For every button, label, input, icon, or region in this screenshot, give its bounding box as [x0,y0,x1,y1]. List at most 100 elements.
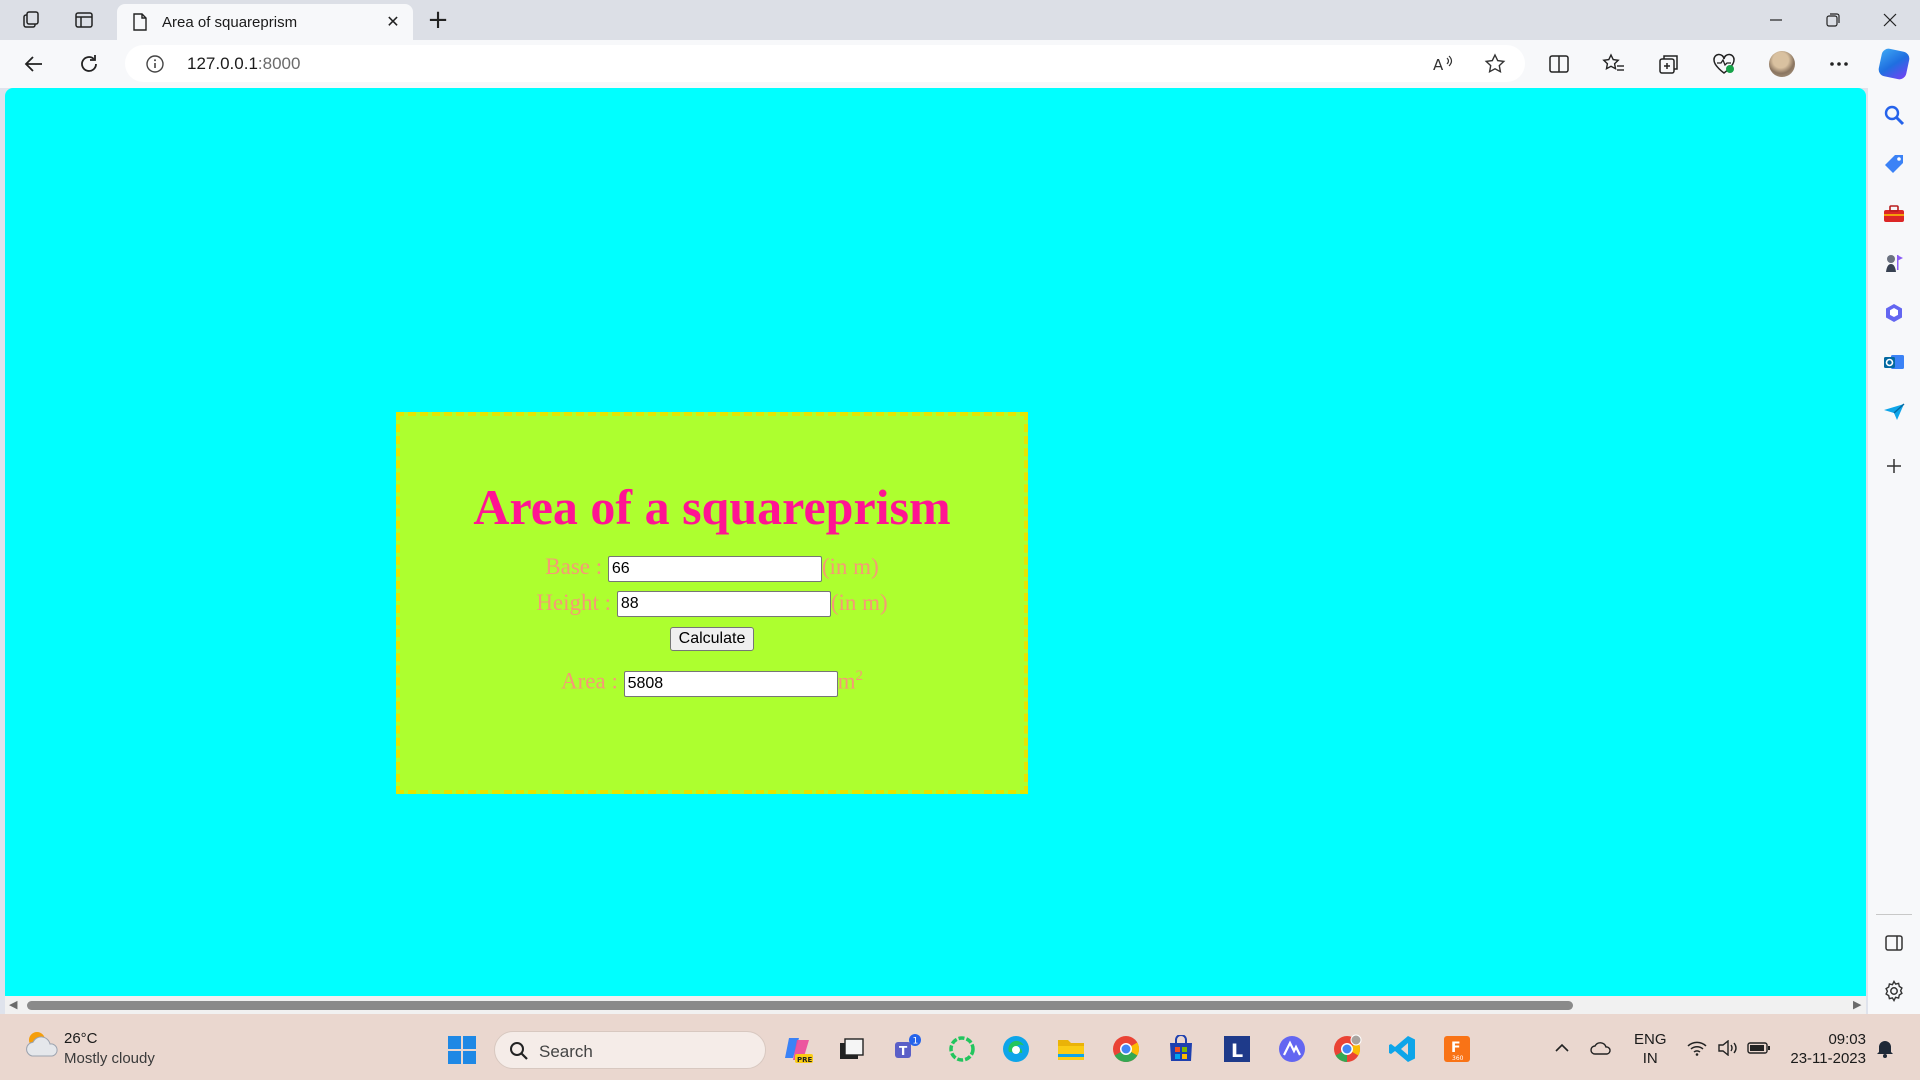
scrollbar-thumb[interactable] [27,1001,1573,1010]
send-icon[interactable] [1881,399,1907,425]
edge-browser-icon[interactable] [1000,1033,1032,1065]
search-placeholder: Search [539,1042,593,1061]
microsoft-365-icon[interactable] [1881,300,1907,326]
more-options-icon[interactable] [1821,46,1857,82]
page-icon [130,12,150,32]
browser-toolbar: 127.0.0.1:8000 A [0,40,1920,88]
chrome-icon[interactable] [1110,1033,1142,1065]
address-bar[interactable]: 127.0.0.1:8000 A [125,45,1525,82]
page-title: Area of a squareprism [473,479,951,535]
minimize-icon[interactable] [1748,0,1804,40]
windows-start-icon[interactable] [447,1035,477,1065]
search-icon [509,1041,529,1066]
svg-text:PRE: PRE [797,1056,813,1064]
url-text[interactable]: 127.0.0.1:8000 [187,54,300,74]
svg-text:L: L [1231,1040,1243,1062]
teams-badge: 1 [913,1037,919,1047]
workspaces-icon[interactable] [14,4,50,36]
read-aloud-icon[interactable]: A [1430,51,1456,77]
page-viewport: Area of a squareprism Base : (in m) Heig… [5,88,1866,996]
area-row: Area : m2 [400,663,1024,697]
area-unit-exponent: 2 [855,668,863,685]
language-indicator[interactable]: ENG IN [1634,1030,1667,1068]
area-output[interactable] [623,670,838,697]
calculator-card: Area of a squareprism Base : (in m) Heig… [396,412,1028,794]
svg-text:360: 360 [1452,1055,1464,1062]
tab-active[interactable]: Area of squareprism ✕ [117,4,413,40]
add-icon[interactable] [1881,453,1907,479]
favorites-icon[interactable] [1596,46,1632,82]
area-unit: m [837,669,856,695]
system-clock[interactable]: 09:03 23-11-2023 [1784,1030,1866,1068]
loading-circle-app-icon[interactable] [946,1033,978,1065]
battery-icon[interactable] [1746,1036,1772,1060]
task-view-icon[interactable] [835,1033,867,1065]
favorite-star-icon[interactable] [1482,51,1508,77]
fusion-360-icon[interactable]: F 360 [1441,1033,1473,1065]
restore-icon[interactable] [1805,0,1861,40]
tab-actions-icon[interactable] [66,4,102,36]
clock-time: 09:03 [1828,1031,1866,1048]
height-input[interactable] [616,591,831,618]
hide-sidebar-icon[interactable] [1881,930,1907,956]
horizontal-scrollbar[interactable]: ◀ ▶ [5,996,1866,1014]
tab-strip: Area of squareprism ✕ + [0,0,1920,40]
search-icon[interactable] [1881,102,1907,128]
language-code: ENG [1634,1031,1667,1048]
base-input[interactable] [607,555,822,582]
copilot-icon[interactable] [1877,47,1911,81]
outlook-icon[interactable] [1881,349,1907,375]
settings-gear-icon[interactable] [1881,978,1907,1004]
vscode-icon[interactable] [1386,1033,1418,1065]
height-label: Height : [536,589,612,615]
arc-app-icon[interactable] [1276,1033,1308,1065]
svg-text:T: T [899,1044,908,1058]
windows-taskbar: 26°C Mostly cloudy Search PRE T1 L F 360… [0,1014,1920,1080]
refresh-icon[interactable] [71,46,107,82]
wifi-icon[interactable] [1686,1036,1708,1060]
l-app-icon[interactable]: L [1221,1033,1253,1065]
svg-text:F: F [1451,1040,1461,1056]
height-row: Height : (in m) [400,590,1024,618]
onedrive-cloud-icon[interactable] [1589,1036,1613,1060]
scroll-left-icon[interactable]: ◀ [9,998,17,1011]
svg-text:A: A [1433,56,1444,74]
new-tab-button[interactable]: + [420,4,456,36]
area-label: Area : [561,669,618,695]
base-row: Base : (in m) [400,554,1024,582]
tools-briefcase-icon[interactable] [1881,201,1907,227]
copilot-preview-icon[interactable]: PRE [782,1033,814,1065]
split-screen-icon[interactable] [1541,46,1577,82]
edge-sidebar [1868,88,1920,1014]
shopping-tag-icon[interactable] [1881,151,1907,177]
close-window-icon[interactable] [1862,0,1918,40]
taskbar-search[interactable]: Search [494,1031,766,1069]
scroll-right-icon[interactable]: ▶ [1853,998,1861,1011]
weather-cloud-icon[interactable] [22,1028,62,1068]
url-host: 127.0.0.1 [187,54,258,73]
chrome-profile-icon[interactable] [1331,1033,1363,1065]
file-explorer-icon[interactable] [1055,1033,1087,1065]
clock-date: 23-11-2023 [1790,1050,1866,1067]
volume-icon[interactable] [1716,1036,1740,1060]
tab-title: Area of squareprism [162,13,298,31]
weather-description[interactable]: Mostly cloudy [64,1050,155,1067]
height-unit: (in m) [830,589,888,615]
show-hidden-icons-icon[interactable] [1552,1036,1572,1060]
close-tab-icon[interactable]: ✕ [379,8,407,36]
url-port: :8000 [257,54,301,73]
profile-avatar[interactable] [1769,51,1795,77]
site-info-icon[interactable] [145,54,165,74]
weather-temperature[interactable]: 26°C [64,1030,98,1047]
collections-icon[interactable] [1651,46,1687,82]
calculate-button[interactable]: Calculate [669,627,755,652]
microsoft-store-icon[interactable] [1165,1033,1197,1065]
base-label: Base : [545,554,603,579]
browser-essentials-icon[interactable] [1706,46,1742,82]
base-unit: (in m) [821,554,879,579]
games-icon[interactable] [1881,250,1907,276]
notification-bell-icon[interactable] [1874,1036,1896,1060]
language-region: IN [1642,1050,1658,1067]
back-icon[interactable] [16,46,52,82]
teams-icon[interactable]: T1 [891,1033,923,1065]
